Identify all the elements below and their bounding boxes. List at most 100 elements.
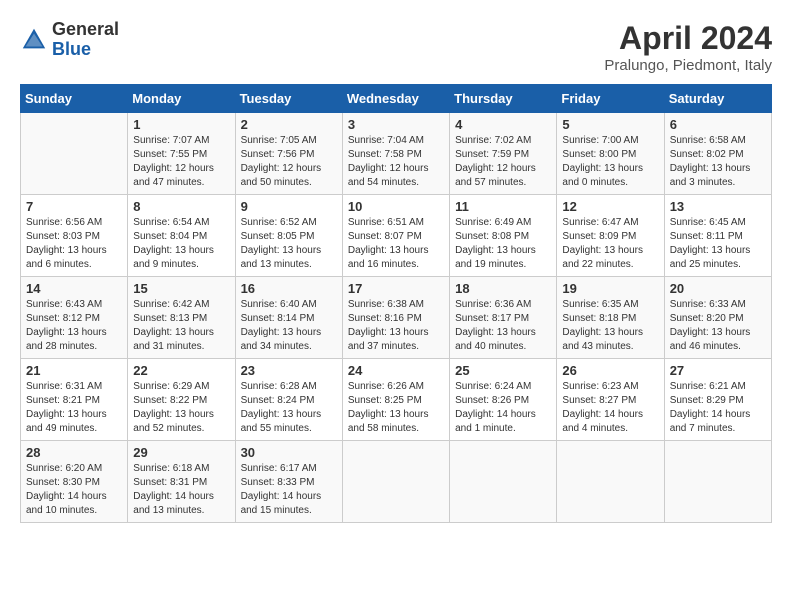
day-cell: 26Sunrise: 6:23 AMSunset: 8:27 PMDayligh… bbox=[557, 359, 664, 441]
day-info: Sunrise: 6:42 AMSunset: 8:13 PMDaylight:… bbox=[133, 298, 229, 354]
day-info: Sunrise: 6:52 AMSunset: 8:05 PMDaylight:… bbox=[241, 216, 337, 272]
day-number: 27 bbox=[670, 363, 766, 378]
logo-text: General Blue bbox=[52, 20, 119, 60]
day-info: Sunrise: 6:56 AMSunset: 8:03 PMDaylight:… bbox=[26, 216, 122, 272]
day-cell bbox=[664, 441, 771, 523]
day-info: Sunrise: 6:28 AMSunset: 8:24 PMDaylight:… bbox=[241, 380, 337, 436]
day-info: Sunrise: 7:00 AMSunset: 8:00 PMDaylight:… bbox=[562, 134, 658, 190]
day-info: Sunrise: 6:24 AMSunset: 8:26 PMDaylight:… bbox=[455, 380, 551, 436]
day-cell: 15 Sunrise: 6:42 AMSunset: 8:13 PMDayligh… bbox=[128, 277, 235, 359]
day-number: 12 bbox=[562, 199, 658, 214]
month-title: April 2024 bbox=[604, 20, 772, 57]
day-cell bbox=[557, 441, 664, 523]
day-number: 28 bbox=[26, 445, 122, 460]
day-cell: 1 Sunrise: 7:07 AMSunset: 7:55 PMDaylight… bbox=[128, 113, 235, 195]
header-cell-friday: Friday bbox=[557, 85, 664, 113]
day-cell: 13Sunrise: 6:45 AMSunset: 8:11 PMDayligh… bbox=[664, 195, 771, 277]
header-cell-sunday: Sunday bbox=[21, 85, 128, 113]
day-cell: 3Sunrise: 7:04 AMSunset: 7:58 PMDaylight… bbox=[342, 113, 449, 195]
day-number: 4 bbox=[455, 117, 551, 132]
logo: General Blue bbox=[20, 20, 119, 60]
day-info: Sunrise: 6:18 AMSunset: 8:31 PMDaylight:… bbox=[133, 462, 229, 518]
day-cell: 10 Sunrise: 6:51 AMSunset: 8:07 PMDayligh… bbox=[342, 195, 449, 277]
day-number: 29 bbox=[133, 445, 229, 460]
day-info: Sunrise: 6:17 AMSunset: 8:33 PMDaylight:… bbox=[241, 462, 337, 518]
calendar-header: SundayMondayTuesdayWednesdayThursdayFrid… bbox=[21, 85, 772, 113]
day-number: 15 bbox=[133, 281, 229, 296]
title-area: April 2024 Pralungo, Piedmont, Italy bbox=[604, 20, 772, 74]
calendar-body: 1 Sunrise: 7:07 AMSunset: 7:55 PMDaylight… bbox=[21, 113, 772, 523]
day-cell: 27 Sunrise: 6:21 AMSunset: 8:29 PMDayligh… bbox=[664, 359, 771, 441]
day-number: 14 bbox=[26, 281, 122, 296]
day-number: 21 bbox=[26, 363, 122, 378]
header-cell-saturday: Saturday bbox=[664, 85, 771, 113]
day-cell: 17 Sunrise: 6:38 AMSunset: 8:16 PMDayligh… bbox=[342, 277, 449, 359]
day-info: Sunrise: 6:38 AMSunset: 8:16 PMDaylight:… bbox=[348, 298, 444, 354]
day-cell: 18Sunrise: 6:36 AMSunset: 8:17 PMDayligh… bbox=[450, 277, 557, 359]
day-number: 30 bbox=[241, 445, 337, 460]
day-cell bbox=[342, 441, 449, 523]
day-info: Sunrise: 6:43 AMSunset: 8:12 PMDaylight:… bbox=[26, 298, 122, 354]
day-cell: 4 Sunrise: 7:02 AMSunset: 7:59 PMDaylight… bbox=[450, 113, 557, 195]
day-cell: 16 Sunrise: 6:40 AMSunset: 8:14 PMDayligh… bbox=[235, 277, 342, 359]
day-cell: 25 Sunrise: 6:24 AMSunset: 8:26 PMDayligh… bbox=[450, 359, 557, 441]
calendar-table: SundayMondayTuesdayWednesdayThursdayFrid… bbox=[20, 84, 772, 523]
day-number: 8 bbox=[133, 199, 229, 214]
logo-general: General bbox=[52, 19, 119, 39]
day-cell: 22Sunrise: 6:29 AMSunset: 8:22 PMDayligh… bbox=[128, 359, 235, 441]
day-info: Sunrise: 6:31 AMSunset: 8:21 PMDaylight:… bbox=[26, 380, 122, 436]
day-cell: 5Sunrise: 7:00 AMSunset: 8:00 PMDaylight… bbox=[557, 113, 664, 195]
day-cell: 29 Sunrise: 6:18 AMSunset: 8:31 PMDayligh… bbox=[128, 441, 235, 523]
day-cell: 2Sunrise: 7:05 AMSunset: 7:56 PMDaylight… bbox=[235, 113, 342, 195]
day-number: 25 bbox=[455, 363, 551, 378]
day-number: 24 bbox=[348, 363, 444, 378]
day-info: Sunrise: 6:35 AMSunset: 8:18 PMDaylight:… bbox=[562, 298, 658, 354]
day-info: Sunrise: 7:05 AMSunset: 7:56 PMDaylight:… bbox=[241, 134, 337, 190]
day-cell: 24 Sunrise: 6:26 AMSunset: 8:25 PMDayligh… bbox=[342, 359, 449, 441]
day-number: 20 bbox=[670, 281, 766, 296]
day-info: Sunrise: 6:21 AMSunset: 8:29 PMDaylight:… bbox=[670, 380, 766, 436]
week-row-4: 21 Sunrise: 6:31 AMSunset: 8:21 PMDayligh… bbox=[21, 359, 772, 441]
day-info: Sunrise: 6:45 AMSunset: 8:11 PMDaylight:… bbox=[670, 216, 766, 272]
day-cell: 19 Sunrise: 6:35 AMSunset: 8:18 PMDayligh… bbox=[557, 277, 664, 359]
day-info: Sunrise: 6:47 AMSunset: 8:09 PMDaylight:… bbox=[562, 216, 658, 272]
day-cell: 20 Sunrise: 6:33 AMSunset: 8:20 PMDayligh… bbox=[664, 277, 771, 359]
day-cell: 6 Sunrise: 6:58 AMSunset: 8:02 PMDaylight… bbox=[664, 113, 771, 195]
day-cell bbox=[450, 441, 557, 523]
day-number: 10 bbox=[348, 199, 444, 214]
header-cell-tuesday: Tuesday bbox=[235, 85, 342, 113]
header: General Blue April 2024 Pralungo, Piedmo… bbox=[20, 20, 772, 74]
day-info: Sunrise: 6:33 AMSunset: 8:20 PMDaylight:… bbox=[670, 298, 766, 354]
day-cell: 28 Sunrise: 6:20 AMSunset: 8:30 PMDayligh… bbox=[21, 441, 128, 523]
day-cell: 8Sunrise: 6:54 AMSunset: 8:04 PMDaylight… bbox=[128, 195, 235, 277]
logo-icon bbox=[20, 26, 48, 54]
day-number: 6 bbox=[670, 117, 766, 132]
header-cell-wednesday: Wednesday bbox=[342, 85, 449, 113]
header-row: SundayMondayTuesdayWednesdayThursdayFrid… bbox=[21, 85, 772, 113]
day-info: Sunrise: 6:51 AMSunset: 8:07 PMDaylight:… bbox=[348, 216, 444, 272]
day-number: 22 bbox=[133, 363, 229, 378]
day-cell bbox=[21, 113, 128, 195]
day-info: Sunrise: 6:20 AMSunset: 8:30 PMDaylight:… bbox=[26, 462, 122, 518]
header-cell-thursday: Thursday bbox=[450, 85, 557, 113]
day-cell: 30 Sunrise: 6:17 AMSunset: 8:33 PMDayligh… bbox=[235, 441, 342, 523]
day-number: 17 bbox=[348, 281, 444, 296]
day-cell: 12 Sunrise: 6:47 AMSunset: 8:09 PMDayligh… bbox=[557, 195, 664, 277]
week-row-3: 14 Sunrise: 6:43 AMSunset: 8:12 PMDayligh… bbox=[21, 277, 772, 359]
week-row-1: 1 Sunrise: 7:07 AMSunset: 7:55 PMDaylight… bbox=[21, 113, 772, 195]
day-info: Sunrise: 6:58 AMSunset: 8:02 PMDaylight:… bbox=[670, 134, 766, 190]
day-info: Sunrise: 6:23 AMSunset: 8:27 PMDaylight:… bbox=[562, 380, 658, 436]
day-info: Sunrise: 6:26 AMSunset: 8:25 PMDaylight:… bbox=[348, 380, 444, 436]
day-info: Sunrise: 6:36 AMSunset: 8:17 PMDaylight:… bbox=[455, 298, 551, 354]
day-info: Sunrise: 7:04 AMSunset: 7:58 PMDaylight:… bbox=[348, 134, 444, 190]
day-info: Sunrise: 7:07 AMSunset: 7:55 PMDaylight:… bbox=[133, 134, 229, 190]
day-number: 19 bbox=[562, 281, 658, 296]
header-cell-monday: Monday bbox=[128, 85, 235, 113]
day-cell: 11Sunrise: 6:49 AMSunset: 8:08 PMDayligh… bbox=[450, 195, 557, 277]
day-number: 23 bbox=[241, 363, 337, 378]
day-info: Sunrise: 6:40 AMSunset: 8:14 PMDaylight:… bbox=[241, 298, 337, 354]
day-number: 16 bbox=[241, 281, 337, 296]
day-cell: 9Sunrise: 6:52 AMSunset: 8:05 PMDaylight… bbox=[235, 195, 342, 277]
day-number: 1 bbox=[133, 117, 229, 132]
day-info: Sunrise: 7:02 AMSunset: 7:59 PMDaylight:… bbox=[455, 134, 551, 190]
